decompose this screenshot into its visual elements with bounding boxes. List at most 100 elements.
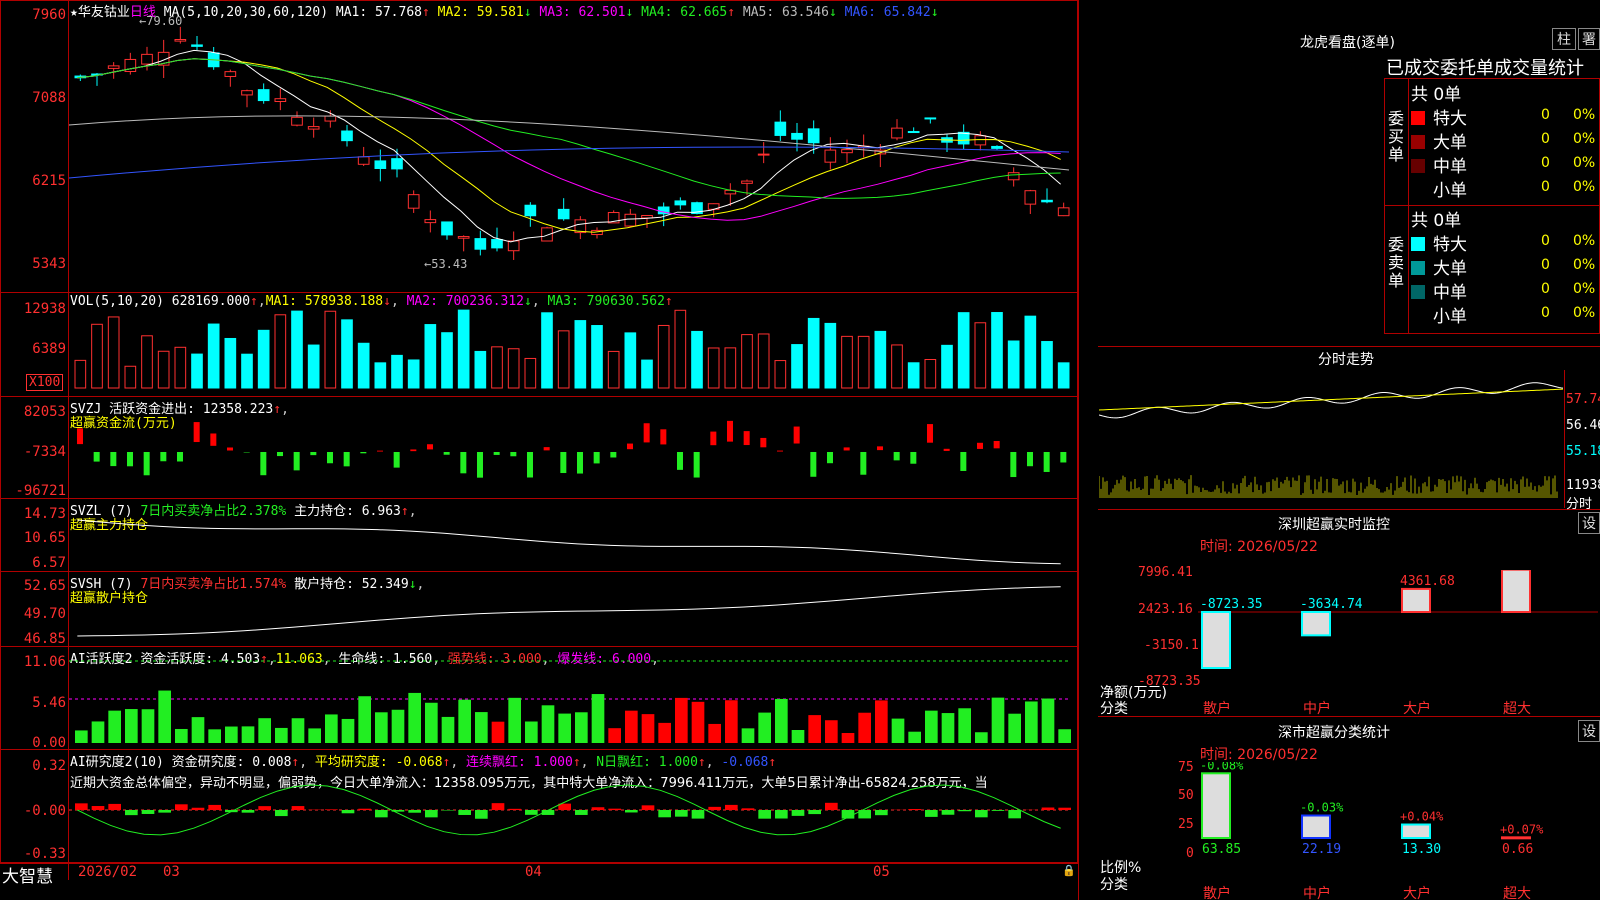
research-bar [975, 810, 988, 818]
activity-bar [925, 710, 938, 743]
volume-bar [407, 359, 420, 389]
candle-body [357, 156, 370, 165]
stats-chart[interactable]: -0.08% 63.85 -0.03% 22.19 +0.04% 13.30 +0.07% 0… [1198, 762, 1600, 900]
lock-icon[interactable]: 🔒 [1062, 864, 1076, 877]
activity-bar [858, 712, 871, 743]
fund-flow-bar [493, 452, 500, 455]
research-bar [475, 810, 488, 819]
candle-body [224, 71, 237, 77]
svzl-y-tick: 6.57 [32, 555, 66, 571]
volume-bar [957, 312, 970, 389]
net-amount-label: -3634.74 [1300, 597, 1363, 612]
buy-total: 共 0单 [1411, 85, 1462, 105]
fund-flow-bar [310, 452, 317, 456]
x-tick: 2026/02 [78, 864, 138, 880]
activity-bar [441, 716, 455, 743]
fund-flow-bar [877, 446, 883, 451]
activity-bar [941, 713, 955, 743]
candle-body [291, 116, 303, 126]
activity-bar [425, 702, 438, 743]
order-row: 大单 0 0% [1411, 254, 1600, 279]
monitor-xlabel: 分类 [1100, 701, 1128, 717]
volume-bar [357, 342, 370, 389]
ratio-bar [1501, 836, 1531, 840]
volume-bar [307, 344, 320, 389]
research-bar [525, 810, 538, 815]
order-row: 中单 0 0% [1411, 278, 1600, 303]
candle-body [324, 115, 337, 122]
ratio-bar [1401, 823, 1431, 839]
volume-bar [857, 335, 870, 389]
stats-settings-button[interactable]: 设 [1578, 720, 1600, 742]
volume-bar [324, 310, 337, 389]
price-line [1099, 382, 1564, 419]
ai2-y-tick: -0.33 [23, 846, 66, 862]
fund-flow-bar [210, 433, 217, 446]
activity-bar [691, 701, 705, 743]
order-row: 小单 0 0% [1411, 176, 1600, 201]
activity-bar [208, 729, 221, 743]
activity-bar [125, 709, 138, 743]
ai2-y-tick: 0.32 [32, 758, 66, 774]
stats-y-tick: 0 [1186, 846, 1194, 861]
activity-bar [725, 700, 738, 743]
fund-flow-bar [577, 452, 583, 474]
net-amount-label: -8723.35 [1200, 597, 1263, 612]
fenshi-chart[interactable] [1099, 370, 1564, 508]
ratio-change-label: +0.04% [1400, 810, 1444, 824]
candle-body [791, 132, 803, 140]
activity-bar [491, 721, 505, 743]
stats-cat: 散户 [1203, 886, 1231, 900]
activity-bar [958, 708, 971, 743]
research-bar [675, 810, 688, 817]
activity-bar [758, 712, 771, 743]
candle-body [107, 65, 120, 69]
volume-bar [474, 350, 487, 389]
order-row: 中单 0 0% [1411, 152, 1600, 177]
research-bar [708, 806, 721, 810]
brand-logo: 大智慧 [2, 867, 53, 887]
fund-flow-bar [277, 452, 283, 457]
research-bar [425, 810, 438, 818]
research-bar [291, 806, 305, 810]
ratio-value-label: 0.66 [1502, 842, 1533, 857]
fenshi-title: 分时走势 [1318, 352, 1374, 368]
research-bar [591, 807, 605, 810]
activity-bar [808, 715, 821, 743]
fund-flow-bar [143, 452, 150, 476]
candle-body [241, 90, 253, 96]
research-bar [125, 810, 138, 816]
candle-body [624, 213, 637, 227]
monitor-chart[interactable]: -8723.35-3634.744361.687996.41 [1198, 570, 1600, 686]
fund-flow-bar [593, 452, 600, 464]
fund-flow-bar [727, 420, 733, 442]
activity-bar [341, 718, 355, 743]
activity-bar [708, 723, 721, 743]
monitor-settings-button[interactable]: 设 [1578, 512, 1600, 534]
stats-y-tick: 25 [1178, 817, 1194, 832]
column-toggle-button[interactable]: 柱 [1552, 28, 1576, 50]
detail-toggle-button[interactable]: 署 [1578, 28, 1600, 50]
volume-bar [991, 312, 1003, 389]
fund-flow-bar [610, 452, 617, 458]
vol-unit-button[interactable]: X100 [26, 374, 64, 391]
activity-bar [191, 717, 205, 743]
fund-flow-bar [993, 440, 1000, 449]
research-bar [941, 810, 955, 815]
research-bar [958, 810, 971, 812]
research-bar [1058, 807, 1071, 810]
ma-line [69, 146, 1070, 179]
fund-flow-bar [227, 447, 233, 451]
indicator-charts-svg[interactable]: ←79.60 ←53.43 [69, 0, 1077, 863]
net-amount-label: 4361.68 [1400, 574, 1455, 589]
research-bar [575, 810, 588, 815]
fund-flow-bar [443, 452, 450, 455]
ratio-value-label: 13.30 [1402, 842, 1441, 857]
lhb-subtitle: 已成交委托单成交量统计 [1386, 58, 1584, 79]
fenshi-vol-tick: 11938 [1566, 478, 1600, 493]
fund-flow-bar [410, 449, 417, 452]
fenshi-axis-line [1564, 370, 1565, 508]
order-row: 特大 0 0% [1411, 104, 1600, 129]
candle-body [907, 131, 920, 134]
svsh-y-tick: 46.85 [23, 631, 66, 647]
